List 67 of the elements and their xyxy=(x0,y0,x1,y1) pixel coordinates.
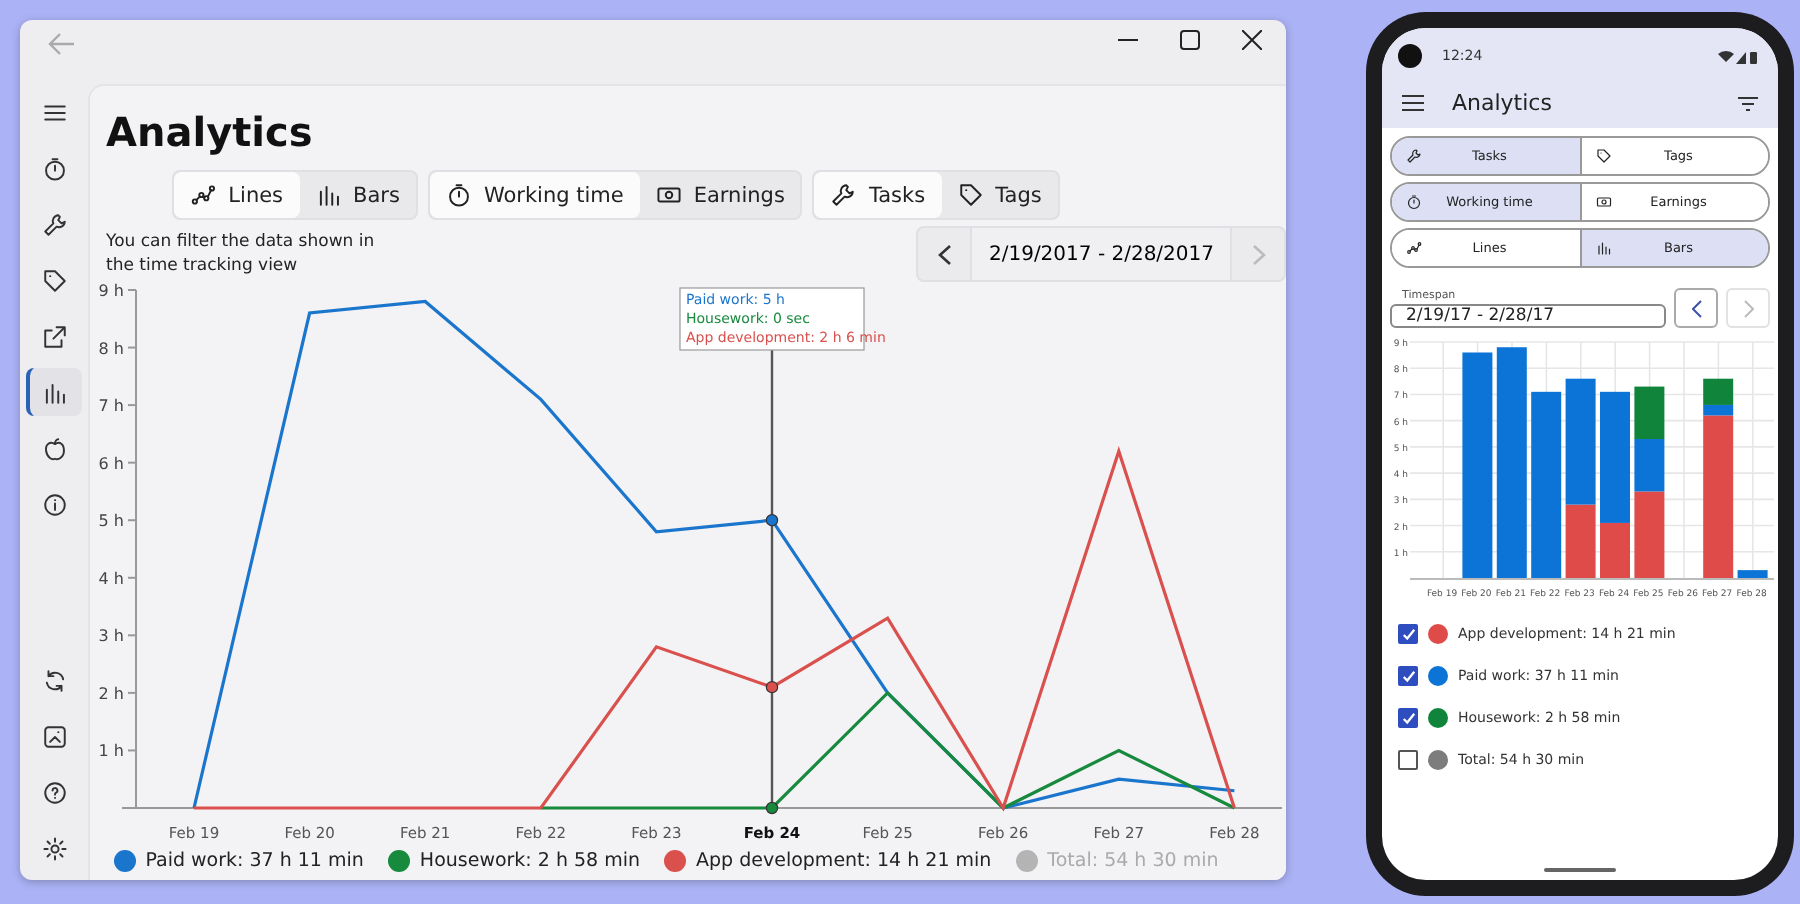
bar-chart-icon xyxy=(41,379,67,405)
chevron-left-icon xyxy=(1691,299,1701,317)
tag-icon xyxy=(957,182,984,208)
toggle-button[interactable]: Earnings xyxy=(639,172,801,218)
filter-icon[interactable] xyxy=(1738,95,1758,111)
banknote-icon xyxy=(1595,194,1611,210)
stopwatch-icon xyxy=(1406,194,1422,210)
wrench-icon xyxy=(1406,148,1422,164)
toggle-button[interactable]: Tasks xyxy=(814,172,942,218)
settings-icon xyxy=(41,835,67,861)
tag-icon xyxy=(1595,148,1611,164)
date-range: 2/19/2017 - 2/28/2017 xyxy=(970,228,1232,280)
close-icon[interactable] xyxy=(1242,30,1262,50)
legend-item[interactable]: Housework: 2 h 58 min xyxy=(387,850,641,872)
y-tick-label: 3 h xyxy=(98,627,124,646)
hover-point xyxy=(765,680,779,694)
filter-note: You can filter the data shown in the time tracking view xyxy=(106,230,377,278)
bar-segment xyxy=(1634,386,1665,439)
sync-icon xyxy=(41,667,67,693)
toggle-button[interactable]: Working time xyxy=(429,172,640,218)
timespan-field[interactable]: 2/19/17 - 2/28/17 xyxy=(1390,304,1666,328)
chevron-left-icon xyxy=(937,243,952,265)
checkbox[interactable] xyxy=(1398,624,1418,644)
tag-icon xyxy=(41,267,67,293)
y-tick-label: 6 h xyxy=(98,454,124,473)
bar-segment xyxy=(1737,570,1768,578)
checkbox[interactable] xyxy=(1398,708,1418,728)
checkbox[interactable] xyxy=(1398,750,1418,770)
previous-button[interactable] xyxy=(1674,288,1718,328)
y-tick-label: 5 h xyxy=(98,512,124,531)
hover-point xyxy=(765,801,779,815)
page-title: Analytics xyxy=(106,106,315,158)
y-tick-label: 7 h xyxy=(98,397,124,416)
toggle-button[interactable]: Lines xyxy=(174,172,300,218)
hover-point xyxy=(765,514,779,527)
maximize-icon[interactable] xyxy=(1180,30,1200,50)
help-icon xyxy=(41,779,67,805)
stopwatch-icon xyxy=(445,182,472,208)
banknote-icon xyxy=(655,182,682,208)
bar-chart-icon xyxy=(1595,240,1611,256)
info-icon xyxy=(41,491,67,517)
stopwatch-icon xyxy=(41,155,67,181)
status-icons xyxy=(1718,49,1758,63)
wrench-icon xyxy=(41,211,67,237)
legend-item[interactable]: Paid work: 37 h 11 min xyxy=(113,850,364,872)
wrench-icon xyxy=(830,182,857,208)
image-icon xyxy=(41,723,67,749)
y-tick-label: 4 h xyxy=(98,569,124,588)
toggle-button[interactable]: Bars xyxy=(299,172,416,218)
y-tick-label: 9 h xyxy=(98,282,124,300)
y-tick-label: 8 h xyxy=(98,339,124,358)
app-title: Analytics xyxy=(1452,90,1554,116)
toggle-button[interactable]: Tags xyxy=(941,172,1058,218)
line-chart-icon xyxy=(190,182,217,208)
apple-icon xyxy=(41,435,67,461)
checkbox[interactable] xyxy=(1398,666,1418,686)
legend-item[interactable]: App development: 14 h 21 min xyxy=(664,850,992,872)
y-tick-label: 2 h xyxy=(98,684,124,703)
bar-chart-icon xyxy=(315,182,342,208)
chevron-right-icon xyxy=(1743,299,1753,317)
camera-hole xyxy=(1398,44,1422,68)
chevron-right-icon xyxy=(1251,243,1265,265)
share-icon xyxy=(41,323,67,349)
y-tick-label: 1 h xyxy=(98,742,124,761)
menu-icon[interactable] xyxy=(1402,94,1424,112)
line-chart-icon xyxy=(1406,240,1422,256)
sidebar-item[interactable] xyxy=(26,368,82,416)
